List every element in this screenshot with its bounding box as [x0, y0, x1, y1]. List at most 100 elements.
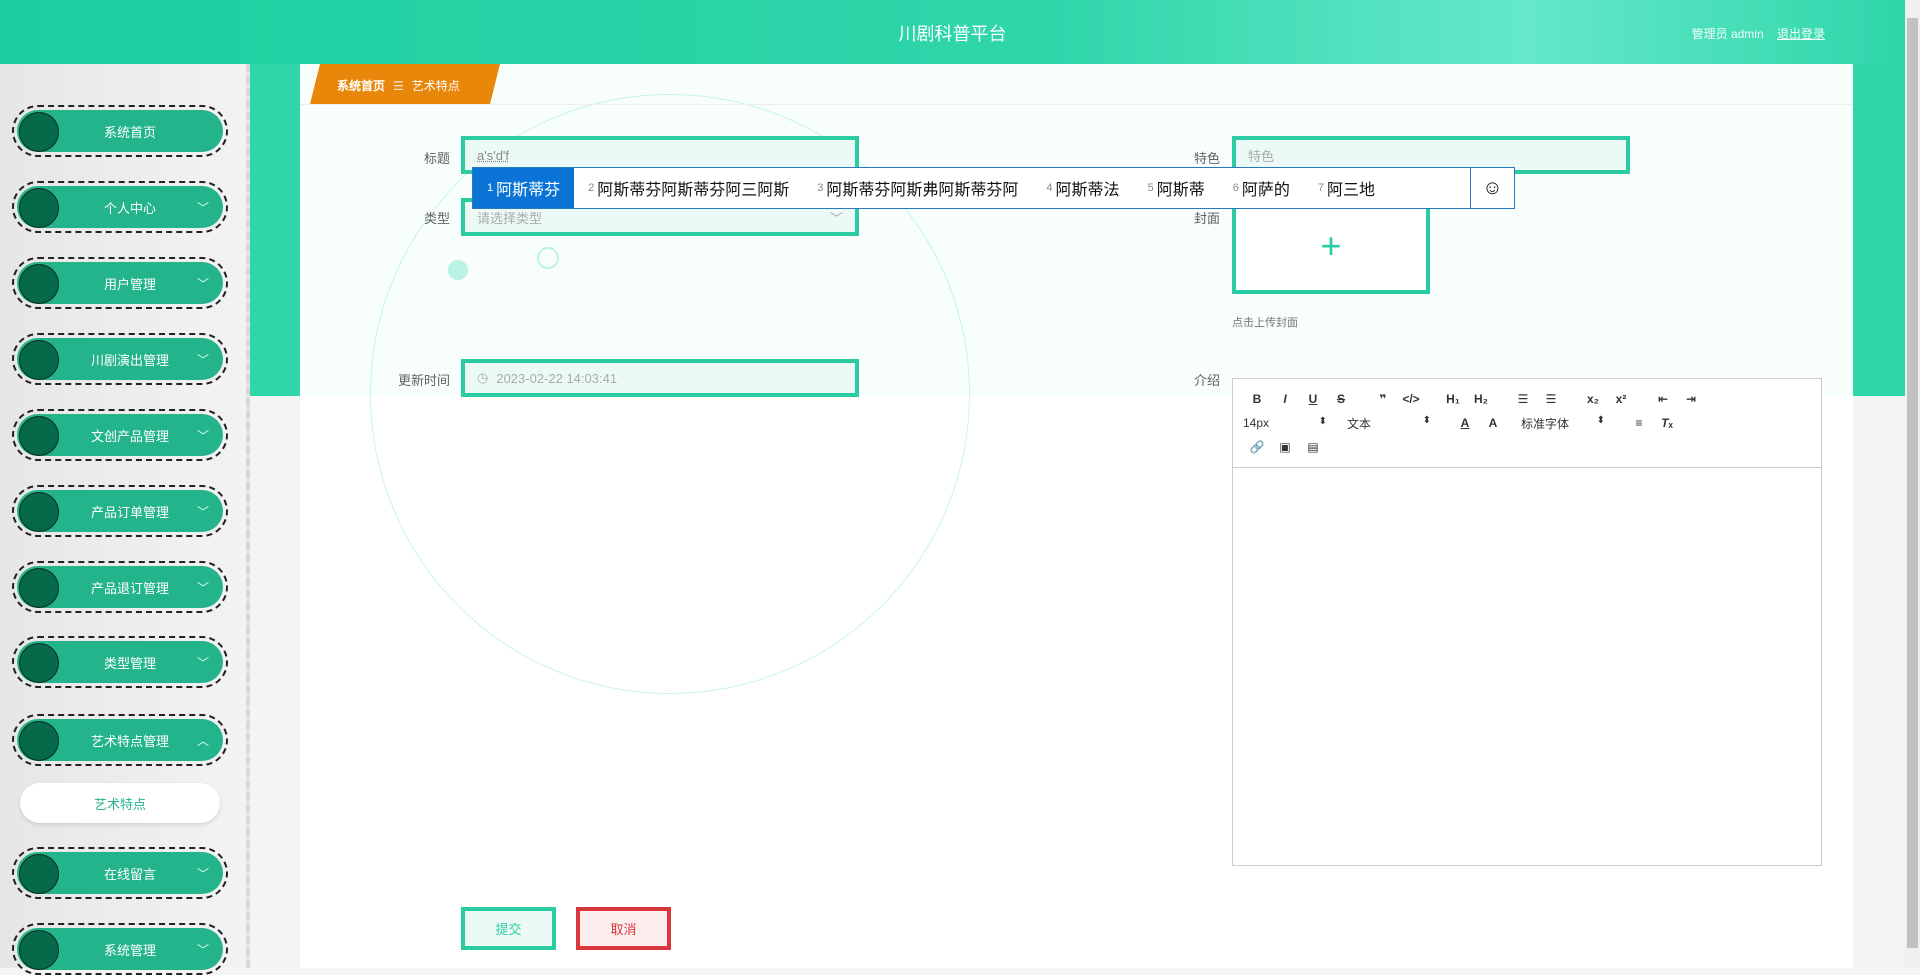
font-size-select[interactable]: 14px — [1243, 416, 1333, 430]
circle-icon — [19, 112, 59, 152]
type-placeholder: 请选择类型 — [477, 208, 542, 227]
sidebar-item[interactable]: 类型管理 ﹀ — [12, 636, 228, 688]
sidebar-item[interactable]: 用户管理 ﹀ — [12, 257, 228, 309]
time-label: 更新时间 — [300, 370, 450, 389]
sidebar-item[interactable]: 个人中心 ﹀ — [12, 181, 228, 233]
circle-icon — [19, 416, 59, 456]
intro-label: 介绍 — [1070, 370, 1220, 389]
time-input[interactable]: ◷ 2023-02-22 14:03:41 — [461, 359, 859, 397]
ime-candidate[interactable]: 6 阿萨的 — [1219, 168, 1304, 208]
ime-candidate[interactable]: 2 阿斯蒂芬阿斯蒂芬阿三阿斯 — [574, 168, 803, 208]
emoji-icon[interactable]: ☺ — [1470, 168, 1514, 208]
circle-icon — [19, 643, 59, 683]
editor-toolbar: BIUS ❞</> H₁H₂ ☰☰ x₂x² ⇤⇥ 14px 文本 AA 标准字… — [1233, 379, 1821, 468]
bold-icon[interactable]: B — [1243, 392, 1271, 406]
sidebar-item[interactable]: 艺术特点管理 ︿ — [12, 714, 228, 766]
feature-label: 特色 — [1070, 148, 1220, 167]
logout-link[interactable]: 退出登录 — [1777, 27, 1825, 41]
ime-candidate[interactable]: 7 阿三地 — [1304, 168, 1389, 208]
candidate-number: 2 — [588, 182, 594, 194]
background-color-icon[interactable]: A — [1479, 416, 1507, 430]
title-label: 标题 — [300, 148, 450, 167]
superscript-icon[interactable]: x² — [1607, 392, 1635, 406]
header1-icon[interactable]: H₁ — [1439, 392, 1467, 406]
cover-hint: 点击上传封面 — [1232, 314, 1298, 330]
image-icon[interactable]: ▣ — [1271, 440, 1299, 454]
ordered-list-icon[interactable]: ☰ — [1509, 392, 1537, 406]
sidebar: 艺术特点 系统首页 个人中心 ﹀ 用户管理 ﹀ 川剧演出管理 ﹀ 文创产品管理 ﹀ 产品订单管理 ﹀… — [0, 64, 250, 968]
sidebar-item-pill: 系统管理 ﹀ — [17, 928, 223, 970]
breadcrumb-home[interactable]: 系统首页 — [337, 79, 385, 93]
divider — [300, 104, 1853, 105]
feature-placeholder: 特色 — [1248, 146, 1274, 165]
sidebar-item-pill: 个人中心 ﹀ — [17, 186, 223, 228]
breadcrumb-current: 艺术特点 — [412, 79, 460, 93]
cover-upload[interactable]: + — [1232, 198, 1430, 294]
circle-icon — [19, 854, 59, 894]
scrollbar-thumb[interactable] — [1907, 18, 1918, 948]
sidebar-item-label: 产品订单管理 — [91, 502, 169, 521]
font-family-select[interactable]: 标准字体 — [1521, 415, 1611, 432]
candidate-text: 阿斯蒂 — [1157, 176, 1205, 200]
cover-label: 封面 — [1070, 208, 1220, 227]
strike-icon[interactable]: S — [1327, 392, 1355, 406]
candidate-number: 5 — [1148, 182, 1154, 194]
chevron-icon: ﹀ — [197, 503, 209, 520]
link-icon[interactable]: 🔗 — [1243, 440, 1271, 454]
candidate-number: 1 — [487, 182, 493, 194]
plus-icon: + — [1320, 225, 1341, 267]
indent-icon[interactable]: ⇥ — [1677, 392, 1705, 406]
editor-content[interactable] — [1233, 468, 1821, 866]
video-icon[interactable]: ▤ — [1299, 440, 1327, 454]
candidate-text: 阿斯蒂芬阿斯蒂芬阿三阿斯 — [597, 176, 789, 200]
breadcrumb: 系统首页 ☰ 艺术特点 — [337, 77, 460, 94]
header2-icon[interactable]: H₂ — [1467, 392, 1495, 406]
chevron-down-icon: ﹀ — [830, 208, 843, 227]
text-color-icon[interactable]: A — [1451, 416, 1479, 430]
candidate-text: 阿斯蒂芬 — [496, 176, 560, 200]
sidebar-item-label: 产品退订管理 — [91, 578, 169, 597]
italic-icon[interactable]: I — [1271, 392, 1299, 406]
sidebar-item-label: 类型管理 — [104, 653, 156, 672]
cancel-button[interactable]: 取消 — [576, 907, 671, 950]
ime-candidate[interactable]: 4 阿斯蒂法 — [1032, 168, 1133, 208]
ime-candidate[interactable]: 5 阿斯蒂 — [1134, 168, 1219, 208]
time-value: 2023-02-22 14:03:41 — [496, 371, 617, 386]
scrollbar[interactable] — [1905, 0, 1920, 968]
submit-button[interactable]: 提交 — [461, 907, 556, 950]
sidebar-item-label: 系统管理 — [104, 940, 156, 959]
sidebar-item[interactable]: 系统管理 ﹀ — [12, 923, 228, 975]
sidebar-item-pill: 产品订单管理 ﹀ — [17, 490, 223, 532]
clock-icon: ◷ — [477, 370, 488, 386]
ime-candidate[interactable]: 1 阿斯蒂芬 — [473, 168, 574, 208]
sidebar-item[interactable]: 产品订单管理 ﹀ — [12, 485, 228, 537]
sidebar-item[interactable]: 川剧演出管理 ﹀ — [12, 333, 228, 385]
chevron-icon: ﹀ — [197, 941, 209, 958]
outdent-icon[interactable]: ⇤ — [1649, 392, 1677, 406]
chevron-icon: ﹀ — [197, 579, 209, 596]
sidebar-item[interactable]: 在线留言 ﹀ — [12, 847, 228, 899]
chevron-icon: ﹀ — [197, 351, 209, 368]
sidebar-item-pill: 艺术特点管理 ︿ — [17, 719, 223, 761]
sidebar-item-pill: 用户管理 ﹀ — [17, 262, 223, 304]
sidebar-item[interactable]: 系统首页 — [12, 105, 228, 157]
ime-candidate[interactable]: 3 阿斯蒂芬阿斯弗阿斯蒂芬阿 — [803, 168, 1032, 208]
align-icon[interactable]: ≡ — [1625, 416, 1653, 430]
title-value: a's'd'f — [477, 148, 509, 163]
block-format-select[interactable]: 文本 — [1347, 415, 1437, 432]
blockquote-icon[interactable]: ❞ — [1369, 392, 1397, 406]
sidebar-item[interactable]: 产品退订管理 ﹀ — [12, 561, 228, 613]
sidebar-item-label: 文创产品管理 — [91, 426, 169, 445]
sidebar-subitem-art-features[interactable]: 艺术特点 — [20, 783, 220, 823]
sidebar-item[interactable]: 文创产品管理 ﹀ — [12, 409, 228, 461]
candidate-number: 4 — [1046, 182, 1052, 194]
bullet-list-icon[interactable]: ☰ — [1537, 392, 1565, 406]
code-block-icon[interactable]: </> — [1397, 392, 1425, 406]
circle-icon — [19, 188, 59, 228]
circle-icon — [19, 721, 59, 761]
underline-icon[interactable]: U — [1299, 392, 1327, 406]
decorative-ring — [537, 247, 559, 269]
subscript-icon[interactable]: x₂ — [1579, 392, 1607, 406]
clear-format-icon[interactable]: Tₓ — [1653, 416, 1681, 430]
type-label: 类型 — [300, 208, 450, 227]
